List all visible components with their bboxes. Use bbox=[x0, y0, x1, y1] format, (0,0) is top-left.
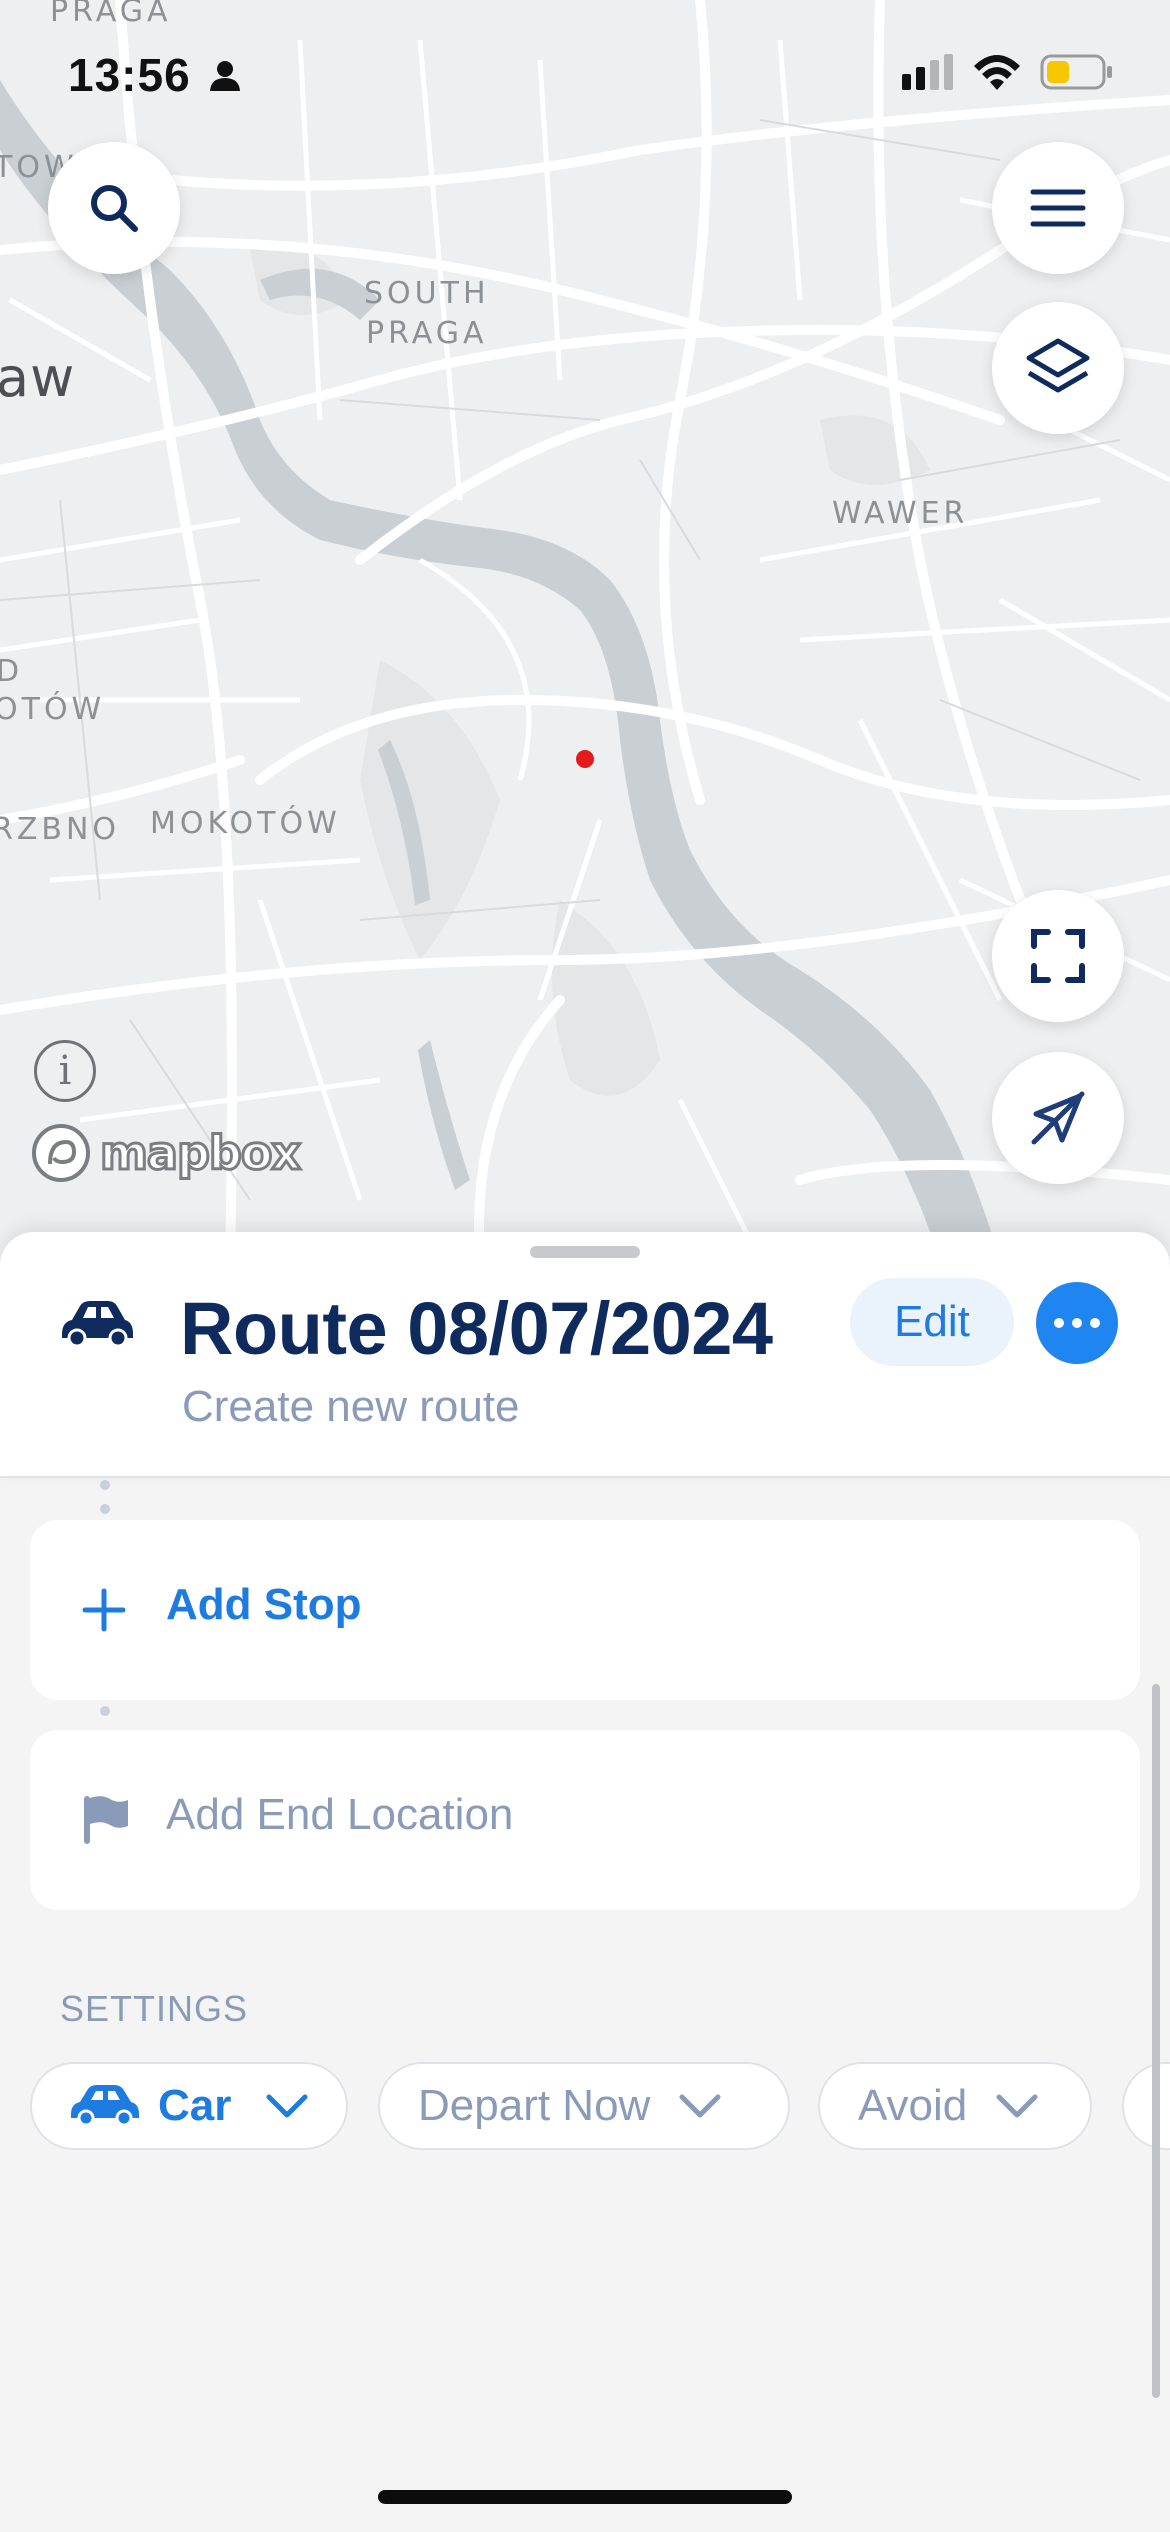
route-title: Route 08/07/2024 bbox=[180, 1287, 773, 1370]
map-label-south-praga: PRAGA bbox=[366, 316, 488, 351]
car-icon bbox=[58, 1298, 136, 1355]
search-icon bbox=[91, 185, 138, 232]
sheet-grabber[interactable] bbox=[530, 1246, 640, 1258]
avoid-chip[interactable]: Avoid bbox=[818, 2062, 1092, 2150]
plus-icon bbox=[82, 1588, 126, 1632]
user-icon bbox=[208, 58, 242, 97]
menu-button[interactable] bbox=[992, 142, 1124, 274]
additional-settings-chip[interactable] bbox=[1122, 2062, 1170, 2150]
info-icon[interactable]: i bbox=[34, 1040, 96, 1102]
scrollbar[interactable] bbox=[1152, 1684, 1160, 2398]
map-label-wawer: WAWER bbox=[832, 496, 969, 531]
chevron-down-icon bbox=[996, 2094, 1038, 2118]
flag-icon bbox=[84, 1796, 128, 1844]
map-label-rzbno: RZBNO bbox=[0, 812, 121, 847]
map-label-south: SOUTH bbox=[364, 276, 490, 311]
depart-time-chip[interactable]: Depart Now bbox=[378, 2062, 790, 2150]
mapbox-logo-icon bbox=[32, 1124, 90, 1182]
more-dot bbox=[1090, 1318, 1100, 1328]
status-time: 13:56 bbox=[68, 49, 191, 101]
more-options-button[interactable] bbox=[1036, 1282, 1118, 1364]
add-stop-label: Add Stop bbox=[166, 1580, 362, 1629]
settings-heading: SETTINGS bbox=[60, 1988, 249, 2029]
search-button[interactable] bbox=[48, 142, 180, 274]
fit-bounds-icon bbox=[1031, 929, 1085, 983]
vehicle-chip-label: Car bbox=[158, 2081, 232, 2130]
chevron-down-icon bbox=[679, 2094, 721, 2118]
chevron-down-icon bbox=[266, 2094, 308, 2118]
avoid-chip-label: Avoid bbox=[858, 2081, 968, 2130]
more-dot bbox=[1054, 1318, 1064, 1328]
map-label-aw: aw bbox=[0, 346, 76, 409]
add-stop-row[interactable]: Add Stop bbox=[30, 1520, 1140, 1700]
location-marker[interactable] bbox=[576, 750, 594, 768]
battery-icon bbox=[1040, 54, 1112, 90]
more-dot bbox=[1072, 1318, 1082, 1328]
map-label-otow: OTÓW bbox=[0, 692, 106, 727]
layers-icon bbox=[1026, 338, 1090, 393]
home-indicator[interactable] bbox=[378, 2490, 792, 2504]
map-label-praga: PRAGA bbox=[50, 0, 172, 29]
layers-button[interactable] bbox=[992, 302, 1124, 434]
fit-bounds-button[interactable] bbox=[992, 890, 1124, 1022]
signal-icon bbox=[902, 54, 953, 90]
add-end-location-label: Add End Location bbox=[166, 1790, 514, 1839]
edit-button[interactable]: Edit bbox=[850, 1278, 1014, 1366]
menu-icon bbox=[1030, 189, 1086, 227]
map-label-d: D bbox=[0, 654, 24, 689]
add-end-location-row[interactable]: Add End Location bbox=[30, 1730, 1140, 1910]
location-arrow-icon bbox=[1031, 1091, 1085, 1145]
mapbox-wordmark: mapbox bbox=[98, 1125, 302, 1182]
mapbox-logo[interactable]: mapbox bbox=[30, 1122, 303, 1184]
route-subtitle[interactable]: Create new route bbox=[182, 1382, 520, 1432]
depart-chip-label: Depart Now bbox=[418, 2081, 651, 2130]
status-icons bbox=[900, 52, 1114, 92]
wifi-icon bbox=[974, 55, 1020, 90]
route-sheet-header[interactable]: Route 08/07/2024 Create new route Edit bbox=[0, 1232, 1170, 1478]
map-view[interactable]: PRAGA TOW SOUTH PRAGA aw WAWER D OTÓW RZ… bbox=[0, 0, 1170, 1260]
vehicle-select-chip[interactable]: Car bbox=[30, 2062, 348, 2150]
location-button[interactable] bbox=[992, 1052, 1124, 1184]
car-icon bbox=[71, 2085, 139, 2127]
map-label-mokotow: MOKOTÓW bbox=[150, 806, 341, 841]
